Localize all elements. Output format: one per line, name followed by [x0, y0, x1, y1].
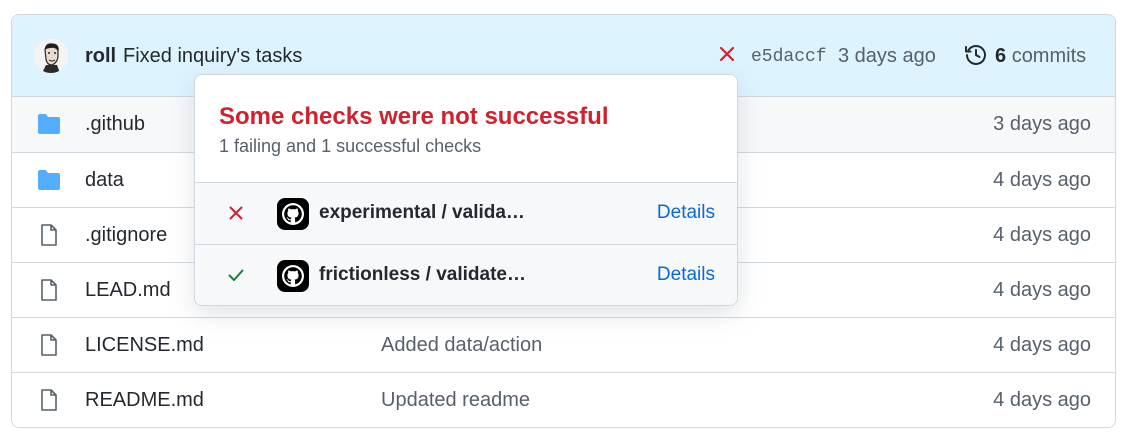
commits-label: commits [1011, 45, 1087, 67]
file-name[interactable]: .gitignore [85, 224, 167, 247]
file-age: 4 days ago [993, 224, 1091, 246]
check-icon [226, 265, 246, 285]
file-age: 4 days ago [993, 334, 1091, 356]
file-icon [37, 224, 61, 246]
file-icon [37, 334, 61, 356]
details-link[interactable]: Details [657, 264, 715, 286]
file-name[interactable]: LICENSE.md [85, 334, 204, 357]
commit-message[interactable]: Fixed inquiry's tasks [123, 45, 302, 68]
x-icon[interactable] [716, 43, 738, 65]
file-row[interactable]: README.md Updated readme 4 days ago [12, 372, 1115, 427]
file-name[interactable]: data [85, 169, 124, 192]
commit-sha[interactable]: e5daccf [751, 47, 827, 67]
file-age: 4 days ago [993, 389, 1091, 411]
file-name[interactable]: README.md [85, 389, 204, 412]
file-age: 4 days ago [993, 169, 1091, 191]
check-row[interactable]: experimental / valida… Details [195, 182, 737, 244]
check-name: experimental / valida… [319, 202, 525, 223]
file-icon [37, 279, 61, 301]
file-age: 4 days ago [993, 279, 1091, 301]
checks-summary: 1 failing and 1 successful checks [219, 136, 482, 156]
avatar[interactable] [34, 39, 68, 73]
check-row[interactable]: frictionless / validate… Details [195, 244, 737, 305]
file-commit-message[interactable]: Added data/action [381, 334, 542, 357]
file-icon [37, 389, 61, 411]
file-name[interactable]: LEAD.md [85, 279, 171, 302]
details-link[interactable]: Details [657, 202, 715, 224]
history-icon[interactable] [964, 43, 988, 67]
github-logo-icon [277, 198, 309, 230]
checks-popover: Some checks were not successful 1 failin… [194, 74, 738, 306]
github-logo-icon [277, 260, 309, 292]
commit-count: 6 [995, 45, 1007, 67]
folder-icon [37, 113, 61, 135]
commit-time: 3 days ago [838, 45, 936, 67]
file-commit-message[interactable]: Updated readme [381, 389, 530, 412]
x-icon [226, 203, 246, 223]
folder-icon [37, 169, 61, 191]
checks-title: Some checks were not successful [219, 103, 609, 130]
commit-author[interactable]: roll [85, 45, 116, 68]
file-row[interactable]: LICENSE.md Added data/action 4 days ago [12, 317, 1115, 372]
commits-link[interactable]: 6 commits [995, 45, 1086, 68]
check-name: frictionless / validate… [319, 264, 526, 285]
file-age: 3 days ago [993, 113, 1091, 135]
file-name[interactable]: .github [85, 113, 145, 136]
